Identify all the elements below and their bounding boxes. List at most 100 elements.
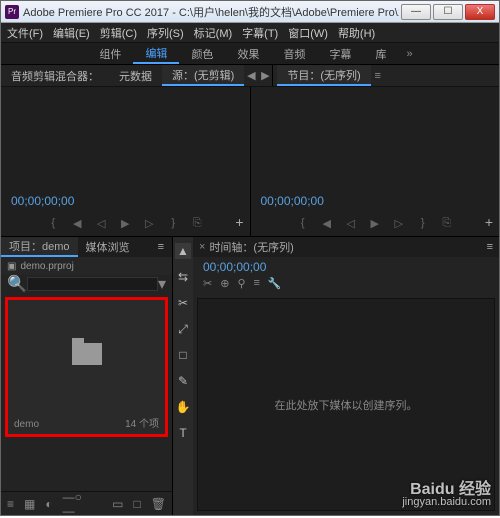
project-file-icon: ▣ xyxy=(7,261,16,272)
close-button[interactable]: X xyxy=(465,4,495,20)
timeline-placeholder: 在此处放下媒体以创建序列。 xyxy=(275,397,418,413)
tab-timeline[interactable]: 时间轴：(无序列) xyxy=(209,239,293,255)
menu-sequence[interactable]: 序列(S) xyxy=(147,25,184,41)
tab-media-browser[interactable]: 媒体浏览 xyxy=(78,237,138,257)
project-footer: ≡ ▦ ◐ —○— ▭ □ 🗑 xyxy=(1,491,172,515)
tab-source[interactable]: 源：(无剪辑) xyxy=(162,65,244,86)
ws-tab-libraries[interactable]: 库 xyxy=(363,43,398,64)
tools-panel: ▲ ⇆ ✂ ⤢ □ ✎ ✋ T xyxy=(173,237,193,515)
ws-tab-captions[interactable]: 字幕 xyxy=(317,43,363,64)
list-view-icon[interactable]: ≡ xyxy=(7,497,14,511)
new-item-icon[interactable]: □ xyxy=(134,497,141,511)
step-back-icon[interactable]: ◀ xyxy=(320,217,334,230)
mark-out-icon[interactable]: } xyxy=(416,217,430,230)
ws-tab-editing[interactable]: 编辑 xyxy=(133,43,179,64)
settings-list-icon[interactable]: ≡ xyxy=(254,277,260,290)
timeline-drop-area[interactable]: 在此处放下媒体以创建序列。 xyxy=(197,298,495,511)
monitors: 00;00;00;00 { ◀ ◁ ▶ ▷ } ⎘ + 00;00;00;00 … xyxy=(1,87,499,237)
window-title: Adobe Premiere Pro CC 2017 - C:\用户\helen… xyxy=(23,4,399,20)
hand-tool-icon[interactable]: ✋ xyxy=(175,399,191,415)
bin-item-count: 14 个项 xyxy=(125,415,159,430)
zoom-slider[interactable]: —○— xyxy=(63,490,93,518)
tab-project[interactable]: 项目：demo xyxy=(1,237,78,257)
tab-program[interactable]: 节目：(无序列) xyxy=(277,65,370,86)
timeline-menu-icon[interactable]: ≡ xyxy=(487,241,493,253)
type-tool-icon[interactable]: T xyxy=(175,425,191,441)
slip-tool-icon[interactable]: □ xyxy=(175,347,191,363)
source-add-button-icon[interactable]: + xyxy=(235,214,243,230)
timeline-timecode[interactable]: 00;00;00;00 xyxy=(203,260,266,274)
program-add-button-icon[interactable]: + xyxy=(485,214,493,230)
filter-icon[interactable]: ▾ xyxy=(158,274,166,294)
menu-title[interactable]: 字幕(T) xyxy=(242,25,278,41)
menu-window[interactable]: 窗口(W) xyxy=(288,25,328,41)
ripple-tool-icon[interactable]: ✂ xyxy=(175,295,191,311)
project-menu-icon[interactable]: ≡ xyxy=(150,237,172,257)
watermark-brand: Baidu 经验 xyxy=(402,483,491,496)
linked-selection-icon[interactable]: ⊕ xyxy=(220,277,229,290)
source-transport: { ◀ ◁ ▶ ▷ } ⎘ xyxy=(1,217,250,230)
play-icon[interactable]: ▶ xyxy=(368,217,382,230)
menu-clip[interactable]: 剪辑(C) xyxy=(100,25,137,41)
source-timecode: 00;00;00;00 xyxy=(11,194,74,208)
menu-file[interactable]: 文件(F) xyxy=(7,25,43,41)
new-bin-icon[interactable]: ▭ xyxy=(112,497,123,511)
panel-header-row: 音频剪辑混合器： 元数据 源：(无剪辑) ◀ ▶ 节目：(无序列) ≡ xyxy=(1,65,499,87)
search-icon[interactable]: 🔍 xyxy=(7,274,27,294)
step-back-icon[interactable]: ◀ xyxy=(70,217,84,230)
folder-icon xyxy=(72,343,102,365)
watermark: Baidu 经验 jingyan.baidu.com xyxy=(402,483,491,509)
workspace-tabs: 组件 编辑 颜色 效果 音频 字幕 库 » xyxy=(1,43,499,65)
tab-audio-mixer[interactable]: 音频剪辑混合器： xyxy=(1,65,109,86)
razor-tool-icon[interactable]: ⤢ xyxy=(175,321,191,337)
selection-tool-icon[interactable]: ▲ xyxy=(175,243,191,259)
pen-tool-icon[interactable]: ✎ xyxy=(175,373,191,389)
step-fwd-icon[interactable]: ▷ xyxy=(142,217,156,230)
project-bin-highlight[interactable]: demo 14 个项 xyxy=(5,297,168,437)
program-transport: { ◀ ◁ ▶ ▷ } ⎘ xyxy=(251,217,500,230)
play-back-icon[interactable]: ◁ xyxy=(344,217,358,230)
mark-in-icon[interactable]: { xyxy=(296,217,310,230)
maximize-button[interactable]: ☐ xyxy=(433,4,463,20)
titlebar: Pr Adobe Premiere Pro CC 2017 - C:\用户\he… xyxy=(1,1,499,23)
program-monitor: 00;00;00;00 { ◀ ◁ ▶ ▷ } ⎘ + xyxy=(251,87,500,236)
app-window: Pr Adobe Premiere Pro CC 2017 - C:\用户\he… xyxy=(0,0,500,516)
insert-icon[interactable]: ⎘ xyxy=(190,217,204,230)
timeline-toolbar: ✂ ⊕ ⚲ ≡ 🔧 xyxy=(193,277,499,294)
ws-tab-color[interactable]: 颜色 xyxy=(179,43,225,64)
ws-tab-audio[interactable]: 音频 xyxy=(271,43,317,64)
step-fwd-icon[interactable]: ▷ xyxy=(392,217,406,230)
bin-name: demo xyxy=(14,419,39,430)
program-menu-icon[interactable]: ≡ xyxy=(371,70,385,82)
ws-tab-assembly[interactable]: 组件 xyxy=(87,43,133,64)
export-frame-icon[interactable]: ⎘ xyxy=(440,217,454,230)
menu-edit[interactable]: 编辑(E) xyxy=(53,25,90,41)
snap-icon[interactable]: ✂ xyxy=(203,277,212,290)
trash-icon[interactable]: 🗑 xyxy=(151,497,166,511)
marker-icon[interactable]: ⚲ xyxy=(237,277,245,290)
play-back-icon[interactable]: ◁ xyxy=(94,217,108,230)
menu-help[interactable]: 帮助(H) xyxy=(338,25,375,41)
menubar: 文件(F) 编辑(E) 剪辑(C) 序列(S) 标记(M) 字幕(T) 窗口(W… xyxy=(1,23,499,43)
play-icon[interactable]: ▶ xyxy=(118,217,132,230)
source-monitor: 00;00;00;00 { ◀ ◁ ▶ ▷ } ⎘ + xyxy=(1,87,251,236)
wrench-icon[interactable]: 🔧 xyxy=(268,277,282,290)
tab-metadata[interactable]: 元数据 xyxy=(109,65,162,86)
mark-out-icon[interactable]: } xyxy=(166,217,180,230)
lower-panels: 项目：demo 媒体浏览 ≡ ▣ demo.prproj 🔍 ▾ demo 14… xyxy=(1,237,499,515)
freeform-view-icon[interactable]: ◐ xyxy=(45,497,52,511)
app-icon: Pr xyxy=(5,5,19,19)
panel-nav-right-icon[interactable]: ▶ xyxy=(258,69,272,82)
watermark-url: jingyan.baidu.com xyxy=(402,496,491,509)
timeline-panel: × 时间轴：(无序列) ≡ 00;00;00;00 ✂ ⊕ ⚲ ≡ 🔧 在此处放… xyxy=(193,237,499,515)
search-input[interactable] xyxy=(27,277,158,291)
icon-view-icon[interactable]: ▦ xyxy=(24,497,35,511)
ws-overflow-icon[interactable]: » xyxy=(406,48,412,60)
menu-marker[interactable]: 标记(M) xyxy=(194,25,233,41)
mark-in-icon[interactable]: { xyxy=(46,217,60,230)
track-select-tool-icon[interactable]: ⇆ xyxy=(175,269,191,285)
tab-source-label: 源：(无剪辑) xyxy=(172,67,234,83)
minimize-button[interactable]: — xyxy=(401,4,431,20)
ws-tab-effects[interactable]: 效果 xyxy=(225,43,271,64)
panel-nav-left-icon[interactable]: ◀ xyxy=(244,69,258,82)
